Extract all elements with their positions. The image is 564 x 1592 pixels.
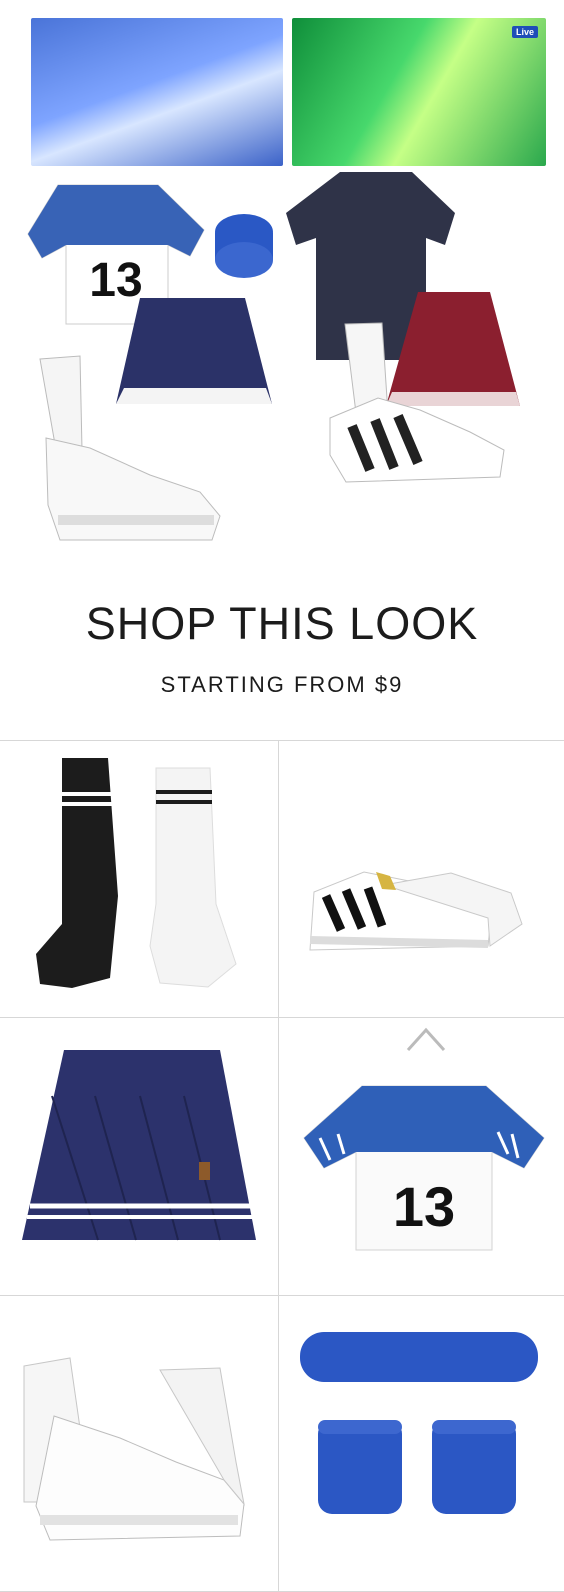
performance-photo-left xyxy=(31,18,283,166)
sneakers-icon xyxy=(309,871,523,951)
jersey-number: 13 xyxy=(393,1175,455,1238)
product-navy-skirt[interactable] xyxy=(0,1018,278,1296)
sneakers-icon xyxy=(23,1357,245,1541)
product-vans-sneakers[interactable] xyxy=(0,1296,278,1574)
skirt-icon xyxy=(22,1050,256,1241)
headband-collage xyxy=(215,214,273,278)
grid-vertical-divider xyxy=(278,740,279,1592)
product-headband-wristbands[interactable] xyxy=(286,1296,564,1574)
product-adidas-sneakers[interactable] xyxy=(286,740,564,1018)
socks-icon xyxy=(36,758,237,988)
jersey-icon: 13 xyxy=(303,1027,545,1251)
performance-photo-right: Live xyxy=(292,18,546,166)
headband-icon xyxy=(300,1332,538,1514)
outfit-collage: Live 13 xyxy=(0,0,564,590)
jersey-number: 13 xyxy=(89,254,142,307)
navy-skirt-collage xyxy=(116,298,272,404)
live-badge: Live xyxy=(511,26,538,38)
product-blue-jersey[interactable]: 13 xyxy=(286,1018,564,1296)
shop-this-look-heading: SHOP THIS LOOK xyxy=(85,598,479,649)
starting-price: STARTING FROM $9 xyxy=(160,672,404,697)
product-socks[interactable] xyxy=(0,740,278,1018)
product-grid: 13 xyxy=(0,740,564,1592)
